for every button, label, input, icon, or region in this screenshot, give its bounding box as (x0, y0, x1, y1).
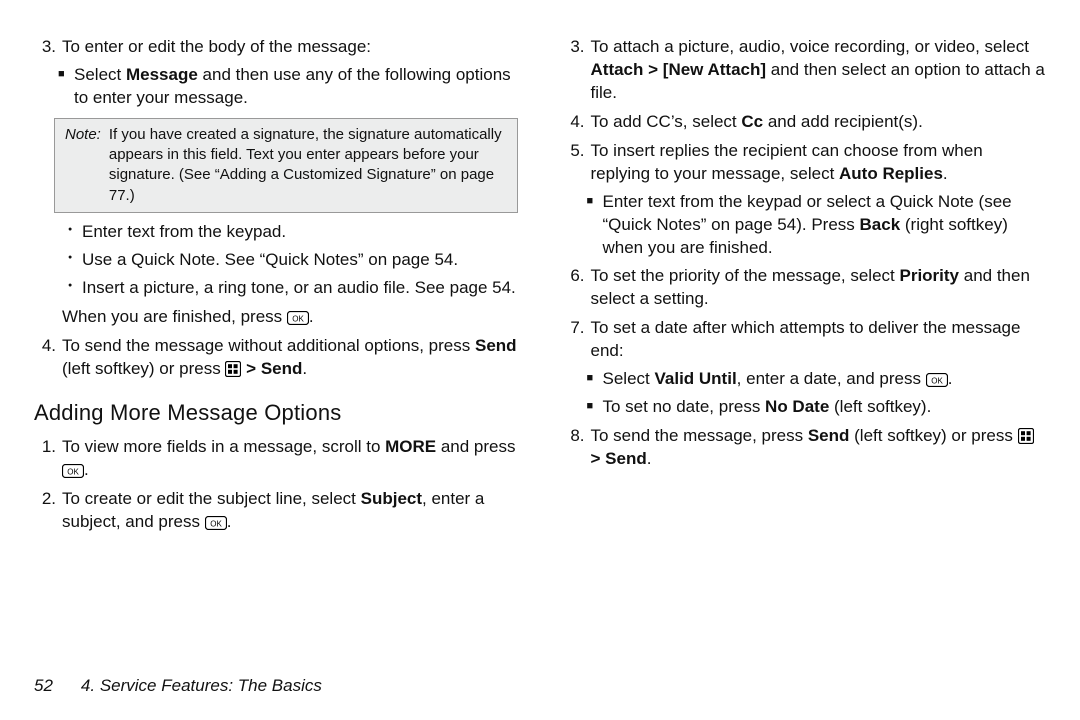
sub-bullet: ■ Enter text from the keypad or select a… (563, 191, 1047, 260)
list-item: 8. To send the message, press Send (left… (563, 425, 1047, 471)
list-item: 7. To set a date after which attempts to… (563, 317, 1047, 363)
note-body: If you have created a signature, the sig… (109, 125, 507, 206)
ok-key-icon (62, 464, 84, 478)
ok-key-icon (926, 373, 948, 387)
section-heading: Adding More Message Options (34, 398, 518, 428)
chapter-title: 4. Service Features: The Basics (81, 675, 322, 698)
left-column: 3. To enter or edit the body of the mess… (34, 30, 518, 663)
note-box: Note: If you have created a signature, t… (54, 118, 518, 213)
list-item: 3. To enter or edit the body of the mess… (34, 36, 518, 59)
menu-key-icon (1018, 428, 1034, 444)
list-item: 4. To add CC’s, select Cc and add recipi… (563, 111, 1047, 134)
list-item: 5. To insert replies the recipient can c… (563, 140, 1047, 186)
ok-key-icon (287, 311, 309, 325)
list-item: 3. To attach a picture, audio, voice rec… (563, 36, 1047, 105)
sub-bullet: ■ Select Valid Until, enter a date, and … (563, 368, 1047, 391)
page-footer: 52 4. Service Features: The Basics (34, 663, 1046, 698)
note-label: Note: (65, 125, 101, 206)
sub-bullet-2: ● Enter text from the keypad. (34, 221, 518, 244)
menu-key-icon (225, 361, 241, 377)
list-item: 1. To view more fields in a message, scr… (34, 436, 518, 482)
body-text: When you are finished, press . (34, 306, 518, 329)
sub-bullet-2: ● Insert a picture, a ring tone, or an a… (34, 277, 518, 300)
list-item: 2. To create or edit the subject line, s… (34, 488, 518, 534)
sub-bullet: ■ To set no date, press No Date (left so… (563, 396, 1047, 419)
right-column: 3. To attach a picture, audio, voice rec… (563, 30, 1047, 663)
sub-bullet-2: ● Use a Quick Note. See “Quick Notes” on… (34, 249, 518, 272)
list-item: 6. To set the priority of the message, s… (563, 265, 1047, 311)
page-columns: 3. To enter or edit the body of the mess… (34, 30, 1046, 663)
page-number: 52 (34, 675, 53, 698)
sub-bullet: ■ Select Message and then use any of the… (34, 64, 518, 110)
list-item: 4. To send the message without additiona… (34, 335, 518, 381)
ok-key-icon (205, 516, 227, 530)
